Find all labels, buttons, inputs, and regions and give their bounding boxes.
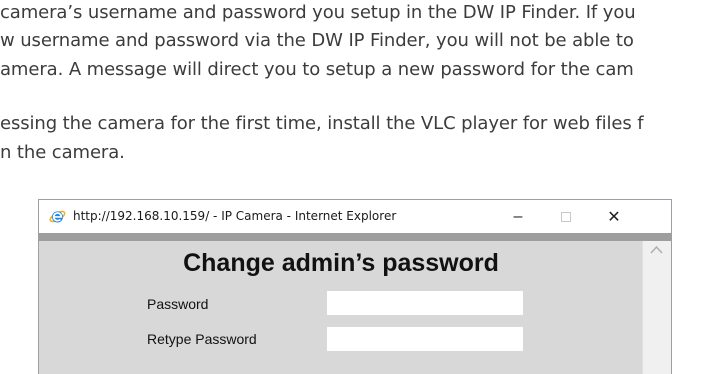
document-text-line: n the camera. <box>0 142 125 163</box>
document-text-line: amera. A message will direct you to setu… <box>0 59 634 80</box>
close-button[interactable]: ✕ <box>591 200 637 233</box>
password-label: Password <box>147 296 209 312</box>
scroll-up-arrow-icon[interactable] <box>650 245 663 254</box>
browser-title: http://192.168.10.159/ - IP Camera - Int… <box>73 209 397 223</box>
page-title: Change admin’s password <box>183 249 499 277</box>
password-input[interactable] <box>327 291 523 315</box>
document-text-line: camera’s username and password you setup… <box>0 2 636 23</box>
toolbar-strip <box>39 233 671 241</box>
maximize-icon <box>561 211 571 222</box>
close-icon: ✕ <box>607 208 621 226</box>
retype-password-label: Retype Password <box>147 331 257 347</box>
page-content: Change admin’s password Password Retype … <box>39 241 643 374</box>
internet-explorer-icon <box>49 210 66 223</box>
vertical-scrollbar[interactable] <box>642 241 671 374</box>
browser-titlebar[interactable]: http://192.168.10.159/ - IP Camera - Int… <box>39 200 671 234</box>
browser-window: http://192.168.10.159/ - IP Camera - Int… <box>38 199 672 374</box>
maximize-button[interactable] <box>543 200 589 233</box>
minimize-button[interactable]: – <box>495 200 541 233</box>
document-text-line: w username and password via the DW IP Fi… <box>0 30 634 51</box>
minimize-icon: – <box>513 207 523 225</box>
document-text-line: essing the camera for the first time, in… <box>0 113 644 134</box>
retype-password-input[interactable] <box>327 327 523 351</box>
